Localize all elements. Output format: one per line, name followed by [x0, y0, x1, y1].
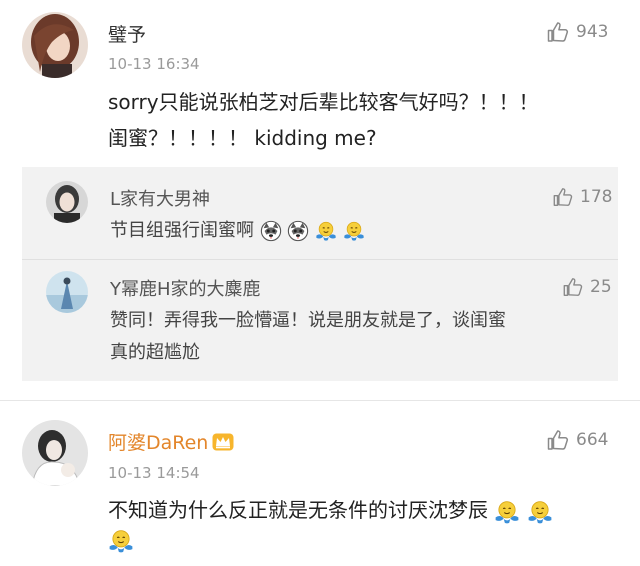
husky-emoji: [260, 220, 282, 242]
comment-text: 不知道为什么反正就是无条件的讨厌沈梦辰: [108, 492, 553, 528]
crown-icon: [212, 433, 234, 451]
emoji-line: [108, 528, 134, 554]
like-button[interactable]: 25: [562, 276, 612, 298]
avatar[interactable]: [46, 271, 88, 313]
thumbs-up-icon: [546, 20, 570, 44]
reply-thread: L家有大男神 178 节目组强行闺蜜啊 Y幂鹿H家的大麋鹿 25 赞同！弄得我一…: [22, 167, 618, 381]
reply-text-line: 真的超尴尬: [110, 342, 200, 363]
thumbs-up-icon: [562, 276, 584, 298]
thumbs-up-icon: [546, 428, 570, 452]
like-count: 178: [580, 187, 613, 207]
avatar[interactable]: [22, 12, 88, 78]
hug-emoji: [343, 220, 365, 242]
timestamp: 10-13 14:54: [108, 464, 200, 482]
reply-text-content: 节目组强行闺蜜啊: [110, 220, 254, 241]
husky-emoji: [287, 220, 309, 242]
avatar[interactable]: [46, 181, 88, 223]
like-button[interactable]: 178: [552, 186, 612, 208]
comment-item: 阿婆DaRen 10-13 14:54 664 不知道为什么反正就是无条件的讨厌…: [0, 400, 640, 566]
username[interactable]: L家有大男神: [110, 185, 210, 211]
hug-emoji: [315, 220, 337, 242]
reply-text-line: 赞同！弄得我一脸懵逼！说是朋友就是了，谈闺蜜: [110, 310, 506, 331]
timestamp: 10-13 16:34: [108, 55, 200, 73]
thumbs-up-icon: [552, 186, 574, 208]
username[interactable]: 阿婆DaRen: [108, 428, 234, 455]
like-button[interactable]: 943: [546, 20, 608, 44]
reply-text: 赞同！弄得我一脸懵逼！说是朋友就是了，谈闺蜜 真的超尴尬: [110, 305, 506, 369]
comment-text-line: 闺蜜？！！！！ kidding me?: [108, 126, 377, 150]
comment-text: sorry只能说张柏芝对后辈比较客气好吗？！！！ 闺蜜？！！！！ kidding…: [108, 84, 539, 156]
like-button[interactable]: 664: [546, 428, 608, 452]
username-text: 阿婆DaRen: [108, 432, 209, 454]
hug-emoji: [527, 499, 553, 525]
comment-text-line: sorry只能说张柏芝对后辈比较客气好吗？！！！: [108, 90, 539, 114]
like-count: 25: [590, 277, 612, 297]
comment-text-content: 不知道为什么反正就是无条件的讨厌沈梦辰: [108, 498, 488, 522]
hug-emoji: [494, 499, 520, 525]
reply-text: 节目组强行闺蜜啊: [110, 215, 365, 247]
avatar[interactable]: [22, 420, 88, 486]
hug-emoji: [108, 528, 134, 554]
reply-divider: [22, 259, 618, 260]
username[interactable]: 璧予: [108, 20, 146, 47]
username[interactable]: Y幂鹿H家的大麋鹿: [110, 275, 261, 301]
comment-item: 璧予 10-13 16:34 943 sorry只能说张柏芝对后辈比较客气好吗？…: [0, 0, 640, 167]
like-count: 943: [576, 22, 609, 42]
like-count: 664: [576, 430, 609, 450]
